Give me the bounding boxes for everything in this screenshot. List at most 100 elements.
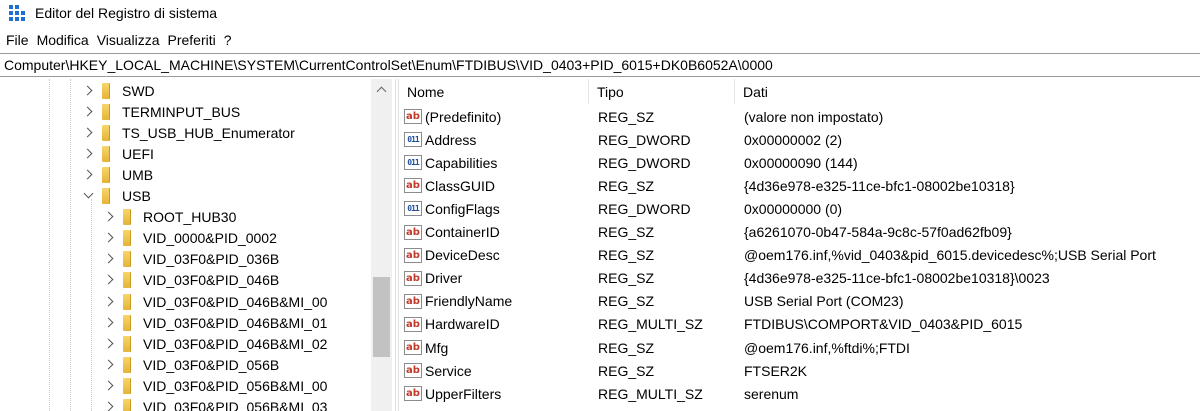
value-type: REG_SZ <box>598 177 655 194</box>
value-type: REG_SZ <box>598 224 655 240</box>
value-type: REG_SZ <box>598 362 655 379</box>
chevron-right-icon[interactable] <box>103 380 115 392</box>
folder-icon <box>123 293 131 310</box>
tree-item[interactable]: UEFI <box>82 142 154 165</box>
title-bar: Editor del Registro di sistema <box>0 0 1200 26</box>
tree-item[interactable]: VID_03F0&PID_046B <box>103 269 279 292</box>
tree-item[interactable]: UMB <box>82 163 153 186</box>
binary-value-icon: 011 <box>404 132 422 148</box>
value-row[interactable]: 011 Address REG_DWORD 0x00000002 (2) <box>399 128 1200 151</box>
tree-item[interactable]: VID_03F0&PID_056B <box>103 353 279 376</box>
value-name: ContainerID <box>425 224 500 240</box>
tree-item-label: TERMINPUT_BUS <box>122 103 241 120</box>
chevron-right-icon[interactable] <box>82 148 94 160</box>
column-header-name[interactable]: Nome <box>399 79 589 104</box>
value-name: FriendlyName <box>425 293 513 310</box>
folder-icon <box>123 230 131 247</box>
scroll-thumb[interactable] <box>373 277 390 357</box>
value-data: 0x00000090 (144) <box>744 154 858 171</box>
value-data: 0x00000002 (2) <box>744 131 843 148</box>
tree-item[interactable]: SWD <box>82 79 155 102</box>
tree-item[interactable]: VID_03F0&PID_056B&MI_03 <box>103 396 327 411</box>
string-value-icon: ab <box>404 316 422 332</box>
value-type: REG_SZ <box>598 293 655 310</box>
column-header-type[interactable]: Tipo <box>589 79 735 104</box>
value-name: UpperFilters <box>425 385 502 402</box>
value-row[interactable]: ab (Predefinito) REG_SZ (valore non imposta… <box>399 105 1200 128</box>
value-row[interactable]: ab DeviceDesc REG_SZ @oem176.inf,%vid_0403&… <box>399 244 1200 267</box>
folder-icon <box>102 124 110 141</box>
tree-item-label: VID_03F0&PID_056B <box>143 356 280 373</box>
value-row[interactable]: ab UpperFilters REG_MULTI_SZ serenum <box>399 382 1200 405</box>
menu-modifica[interactable]: Modifica <box>37 32 89 48</box>
value-type: REG_SZ <box>598 108 655 125</box>
tree-item[interactable]: VID_0000&PID_0002 <box>103 227 277 250</box>
tree-item[interactable]: ROOT_HUB30 <box>103 206 236 229</box>
tree-item[interactable]: USB <box>82 185 151 208</box>
value-name: DeviceDesc <box>425 247 500 264</box>
tree-item[interactable]: VID_03F0&PID_056B&MI_00 <box>103 374 327 397</box>
value-row[interactable]: ab HardwareID REG_MULTI_SZ FTDIBUS\COMPORT&… <box>399 313 1200 336</box>
value-name-cell: ab DeviceDesc <box>399 244 589 267</box>
menu-file[interactable]: File <box>6 32 29 48</box>
menu-help[interactable]: ? <box>224 32 232 48</box>
value-row[interactable]: ab ClassGUID REG_SZ {4d36e978-e325-11ce-bfc… <box>399 174 1200 197</box>
chevron-right-icon[interactable] <box>82 85 94 97</box>
chevron-right-icon[interactable] <box>103 317 115 329</box>
folder-icon <box>102 145 110 162</box>
chevron-right-icon[interactable] <box>103 359 115 371</box>
tree-item[interactable]: VID_03F0&PID_046B&MI_00 <box>103 290 327 313</box>
value-name: Driver <box>425 270 463 287</box>
string-value-icon: ab <box>404 386 422 402</box>
chevron-down-icon[interactable] <box>82 190 94 202</box>
chevron-right-icon[interactable] <box>103 211 115 223</box>
value-name-cell: 011 Address <box>399 128 589 151</box>
value-type: REG_SZ <box>598 339 655 356</box>
tree-item[interactable]: VID_03F0&PID_036B <box>103 248 279 271</box>
tree-item[interactable]: TERMINPUT_BUS <box>82 100 240 123</box>
value-row[interactable]: ab Mfg REG_SZ @oem176.inf,%ftdi%;FTDI <box>399 336 1200 359</box>
value-row[interactable]: ab FriendlyName REG_SZ USB Serial Port (COM… <box>399 290 1200 313</box>
value-type: REG_DWORD <box>598 154 691 171</box>
column-header-data[interactable]: Dati <box>735 79 1200 104</box>
chevron-right-icon[interactable] <box>103 401 115 411</box>
tree-item-label: ROOT_HUB30 <box>143 209 237 226</box>
value-data: {4d36e978-e325-11ce-bfc1-08002be10318}\0… <box>744 270 1050 287</box>
address-bar[interactable]: Computer\HKEY_LOCAL_MACHINE\SYSTEM\Curre… <box>0 53 1200 77</box>
chevron-right-icon[interactable] <box>103 338 115 350</box>
value-name-cell: ab Service <box>399 359 589 382</box>
chevron-right-icon[interactable] <box>82 127 94 139</box>
tree-item[interactable]: VID_03F0&PID_046B&MI_01 <box>103 311 327 334</box>
value-row[interactable]: 011 Capabilities REG_DWORD 0x00000090 (144) <box>399 151 1200 174</box>
menu-visualizza[interactable]: Visualizza <box>97 32 160 48</box>
value-row[interactable]: ab Driver REG_SZ {4d36e978-e325-11ce-bfc1-0… <box>399 267 1200 290</box>
value-name-cell: ab Driver <box>399 267 589 290</box>
menu-preferiti[interactable]: Preferiti <box>167 32 215 48</box>
value-name: HardwareID <box>425 316 500 333</box>
value-name: Capabilities <box>425 154 498 171</box>
chevron-right-icon[interactable] <box>103 232 115 244</box>
chevron-right-icon[interactable] <box>82 106 94 118</box>
tree-scrollbar[interactable] <box>371 79 392 411</box>
folder-icon <box>102 188 110 204</box>
value-name: ClassGUID <box>425 177 496 194</box>
scroll-up-arrow-icon[interactable] <box>371 79 392 100</box>
value-name-cell: ab ContainerID <box>399 221 589 244</box>
value-row[interactable]: ab ContainerID REG_SZ {a6261070-0b47-584a-9… <box>399 221 1200 244</box>
key-tree: SWD TERMINPUT_BUS TS_USB_HUB_Enumerator UEF… <box>0 79 392 411</box>
tree-item[interactable]: TS_USB_HUB_Enumerator <box>82 121 295 144</box>
tree-item-label: VID_03F0&PID_036B <box>143 251 280 268</box>
chevron-right-icon[interactable] <box>103 274 115 286</box>
string-value-icon: ab <box>404 178 422 194</box>
string-value-icon: ab <box>404 340 422 355</box>
tree-item[interactable]: VID_03F0&PID_046B&MI_02 <box>103 332 327 355</box>
chevron-right-icon[interactable] <box>82 169 94 181</box>
chevron-right-icon[interactable] <box>103 296 115 308</box>
value-row[interactable]: ab Service REG_SZ FTSER2K <box>399 359 1200 382</box>
chevron-right-icon[interactable] <box>103 253 115 265</box>
string-value-icon: ab <box>404 270 422 286</box>
tree-item-label: VID_03F0&PID_056B&MI_00 <box>143 377 328 394</box>
folder-icon <box>123 209 131 226</box>
string-value-icon: ab <box>404 224 422 240</box>
value-row[interactable]: 011 ConfigFlags REG_DWORD 0x00000000 (0) <box>399 197 1200 220</box>
